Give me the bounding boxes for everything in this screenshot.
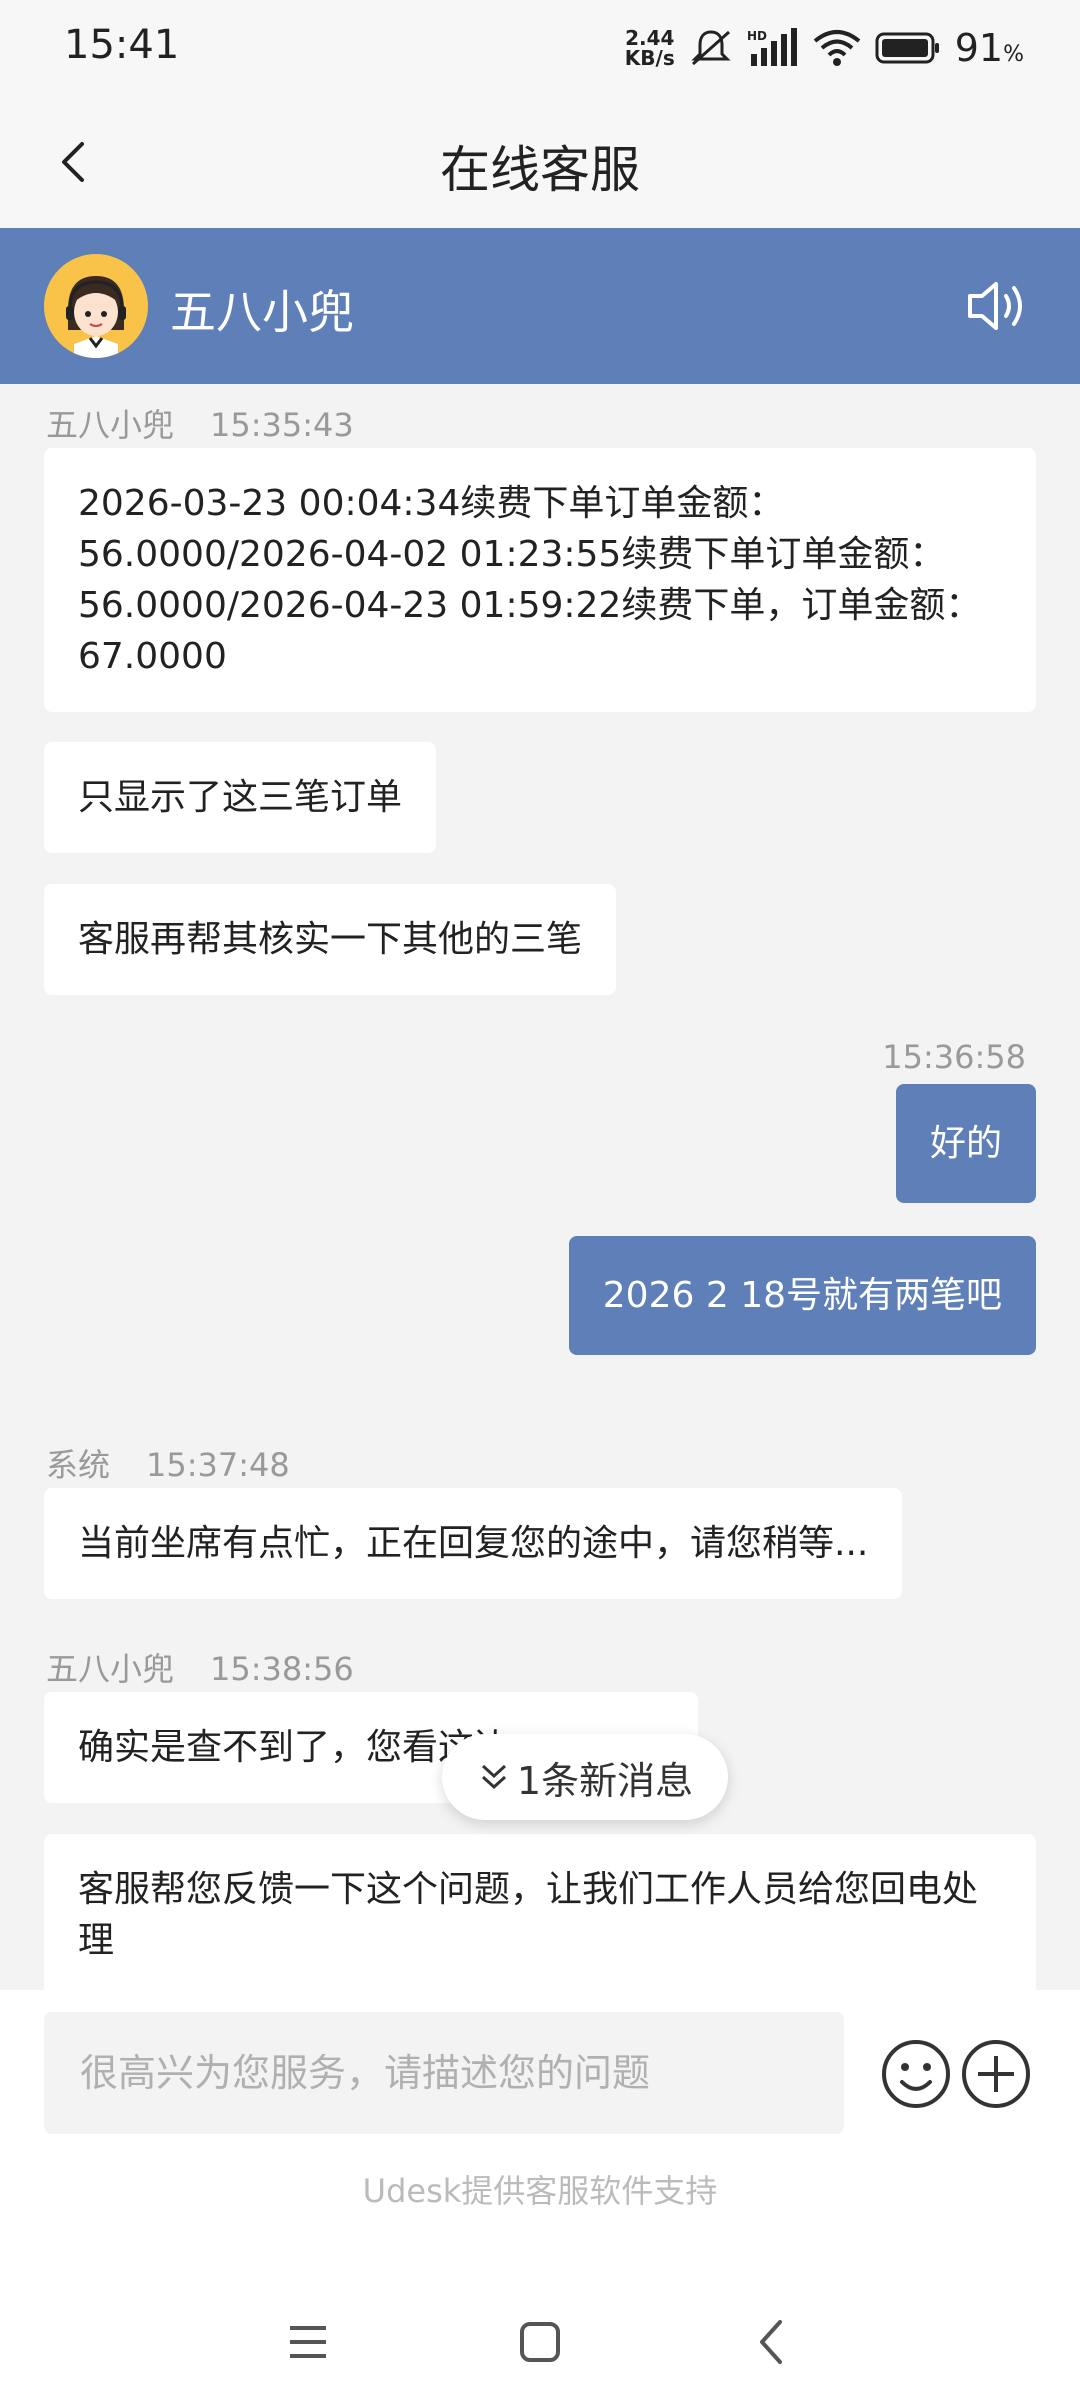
- back-icon[interactable]: [740, 2310, 804, 2374]
- message-meta: 五八小兜 15:38:56: [46, 1650, 354, 1688]
- message-bubble-user: 好的: [895, 1084, 1036, 1203]
- title-bar: 在线客服: [0, 96, 1080, 228]
- message-meta: 15:36:58: [882, 1038, 1026, 1076]
- battery-level: 91%: [954, 26, 1024, 70]
- page-title: 在线客服: [440, 141, 640, 199]
- agent-avatar: [44, 254, 148, 358]
- wifi-icon: [813, 30, 861, 66]
- message-bubble-user: 2026 2 18号就有两笔吧: [568, 1236, 1036, 1355]
- new-message-label: 1条新消息: [516, 1758, 694, 1803]
- plus-icon[interactable]: [960, 2038, 1032, 2110]
- new-message-button[interactable]: 1条新消息: [442, 1734, 728, 1820]
- emoji-icon[interactable]: [880, 2038, 952, 2110]
- battery-icon: [875, 32, 939, 64]
- double-chevron-down-icon: [481, 1764, 506, 1790]
- menu-icon[interactable]: [276, 2310, 340, 2374]
- message-bubble-system: 当前坐席有点忙，正在回复您的途中，请您稍等...: [44, 1488, 903, 1599]
- speaker-icon[interactable]: [966, 276, 1032, 336]
- message-bubble-agent: 客服再帮其核实一下其他的三笔: [44, 884, 617, 995]
- message-bubble-agent: 2026-03-23 00:04:34续费下单订单金额：56.0000/2026…: [44, 448, 1036, 712]
- status-bar: 15:41 2.44 KB/s HD 91%: [0, 0, 1080, 96]
- message-bubble-agent: 只显示了这三笔订单: [44, 742, 437, 853]
- mute-icon: [691, 30, 731, 66]
- agent-name: 五八小兜: [170, 285, 354, 339]
- message-meta: 系统 15:37:48: [46, 1446, 290, 1484]
- home-icon[interactable]: [508, 2310, 572, 2374]
- network-speed: 2.44 KB/s: [624, 26, 675, 70]
- message-meta: 五八小兜 15:35:43: [46, 406, 354, 444]
- status-icons: 2.44 KB/s HD 91%: [625, 22, 1024, 74]
- composer: Udesk提供客服软件支持: [0, 1990, 1080, 2290]
- svg-text:HD: HD: [747, 29, 767, 43]
- message-input[interactable]: [44, 2012, 844, 2134]
- status-time: 15:41: [64, 22, 180, 68]
- powered-by: Udesk提供客服软件支持: [362, 2172, 718, 2210]
- agent-header: 五八小兜: [0, 228, 1080, 384]
- system-nav-bar: [0, 2290, 1080, 2400]
- message-bubble-agent: 客服帮您反馈一下这个问题，让我们工作人员给您回电处理: [44, 1834, 1036, 1990]
- signal-icon: HD: [747, 28, 797, 66]
